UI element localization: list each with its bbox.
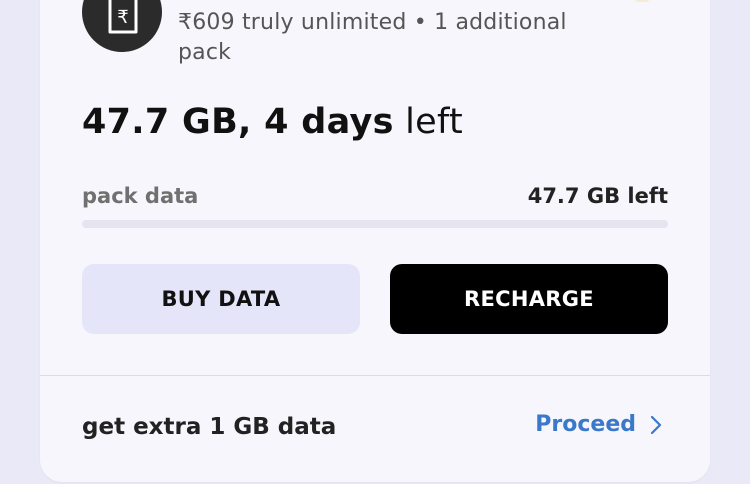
pack-data-label: pack data: [82, 184, 199, 208]
data-remaining-amount: 47.7 GB, 4 days: [82, 102, 394, 142]
buy-data-button[interactable]: BUY DATA: [82, 264, 360, 334]
data-pack-card: ₹ ₹609 truly unlimited • 1 additional pa…: [40, 0, 710, 482]
data-remaining-headline: 47.7 GB, 4 days left: [82, 102, 463, 142]
pack-data-remaining: 47.7 GB left: [527, 184, 668, 208]
rupee-sim-icon: ₹: [82, 0, 162, 52]
extra-data-label: get extra 1 GB data: [82, 414, 337, 440]
chevron-right-icon: [650, 415, 662, 434]
corner-badge-icon: [630, 0, 654, 2]
proceed-link[interactable]: Proceed: [535, 412, 662, 437]
recharge-button[interactable]: RECHARGE: [390, 264, 668, 334]
data-remaining-suffix: left: [393, 102, 464, 142]
proceed-label: Proceed: [535, 412, 636, 437]
svg-text:₹: ₹: [117, 7, 128, 28]
divider: [40, 375, 710, 376]
pack-data-progress-bar: [82, 220, 668, 228]
plan-description: ₹609 truly unlimited • 1 additional pack: [178, 10, 567, 65]
